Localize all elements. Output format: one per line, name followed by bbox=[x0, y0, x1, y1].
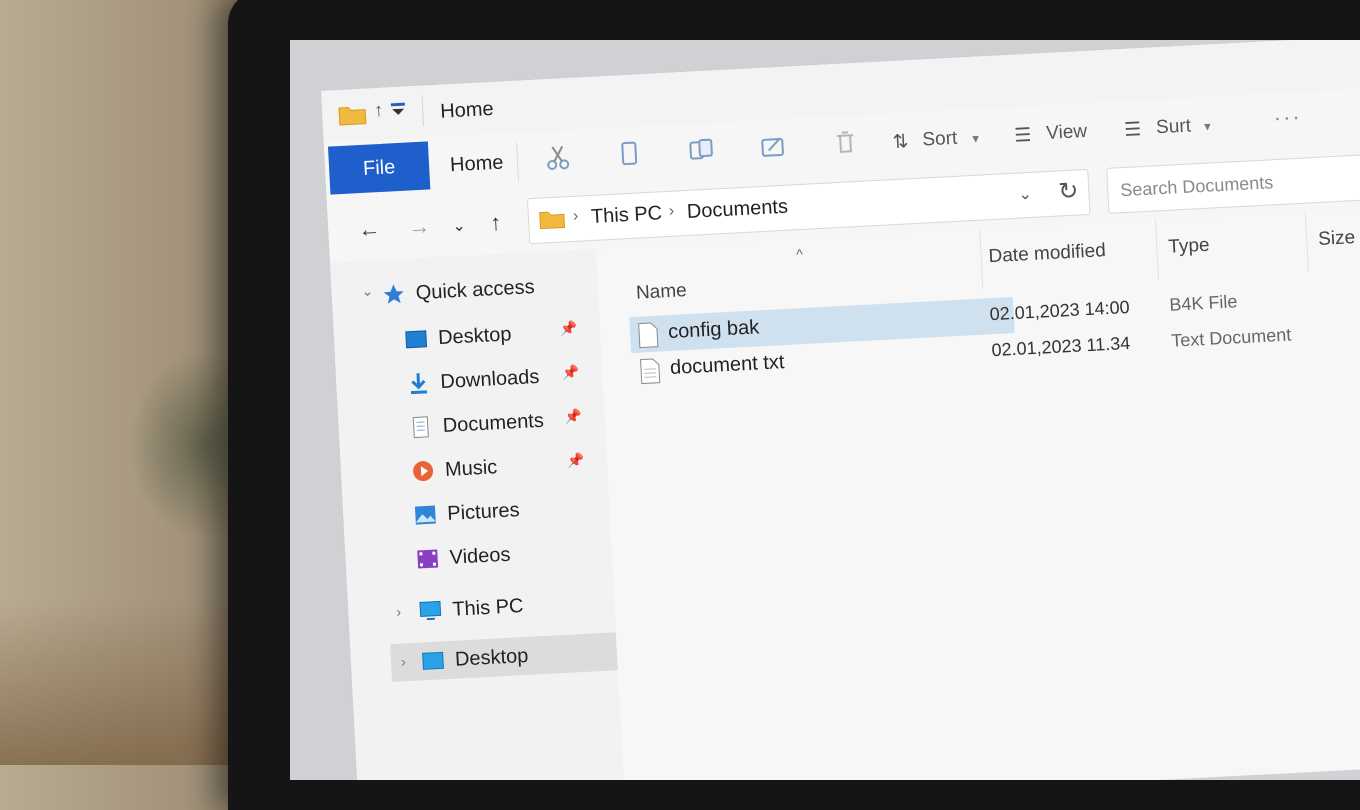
pin-icon[interactable]: 📌 bbox=[566, 452, 584, 470]
column-header-name[interactable]: Name bbox=[636, 280, 688, 305]
file-icon bbox=[638, 322, 659, 349]
sidebar-item-quick-access[interactable]: Quick access bbox=[381, 268, 536, 314]
rename-icon[interactable] bbox=[758, 131, 790, 163]
file-type: B4K File bbox=[1168, 291, 1238, 315]
home-tab[interactable]: Home bbox=[450, 152, 504, 178]
sort-ascending-icon: ^ bbox=[795, 245, 804, 263]
sidebar-item-label: Music bbox=[444, 455, 498, 481]
paste-icon[interactable] bbox=[686, 134, 718, 166]
sidebar-item-documents[interactable]: Documents bbox=[408, 402, 545, 447]
file-explorer-window: ↑ Home File Home ⇅ Sort ▾ ☰ View ☰ Surt … bbox=[320, 40, 1360, 780]
address-dropdown-icon[interactable]: ⌄ bbox=[1018, 184, 1032, 205]
file-tab[interactable]: File bbox=[327, 141, 431, 195]
sort-dropdown-icon[interactable]: ▾ bbox=[972, 131, 979, 147]
sidebar-item-desktop[interactable]: Desktop bbox=[403, 315, 512, 359]
folder-icon bbox=[539, 211, 566, 230]
file-list: ^ Name Date modified Type Size config ba… bbox=[595, 205, 1360, 780]
desktop-icon bbox=[422, 651, 444, 670]
pictures-icon bbox=[414, 505, 436, 525]
file-name: document txt bbox=[669, 351, 785, 380]
more-options-icon[interactable]: ··· bbox=[1273, 104, 1302, 131]
sidebar-item-label: Desktop bbox=[437, 322, 512, 349]
forward-icon[interactable]: → bbox=[408, 213, 431, 240]
ribbon-divider bbox=[516, 142, 520, 181]
expand-chevron-icon[interactable]: ⌄ bbox=[361, 282, 374, 300]
expand-chevron-icon[interactable]: › bbox=[396, 603, 402, 619]
pin-icon[interactable]: 📌 bbox=[564, 408, 582, 426]
sidebar-item-label: Desktop bbox=[454, 644, 529, 671]
back-icon[interactable]: ← bbox=[358, 216, 381, 243]
quick-access-up-icon[interactable]: ↑ bbox=[374, 100, 384, 121]
breadcrumb-documents[interactable]: Documents bbox=[686, 196, 788, 224]
file-name: config bak bbox=[667, 316, 760, 344]
sidebar-item-label: This PC bbox=[451, 594, 524, 621]
refresh-icon[interactable]: ↻ bbox=[1058, 176, 1080, 206]
column-divider[interactable] bbox=[1304, 211, 1309, 272]
sidebar-item-downloads[interactable]: Downloads bbox=[406, 358, 541, 403]
pin-icon[interactable]: 📌 bbox=[562, 364, 580, 382]
folder-icon bbox=[338, 107, 367, 126]
star-icon bbox=[383, 284, 404, 304]
sidebar-item-this-pc[interactable]: This PC bbox=[417, 587, 524, 630]
download-icon bbox=[410, 373, 428, 395]
sort-secondary-dropdown-icon[interactable]: ▾ bbox=[1204, 118, 1211, 134]
document-icon bbox=[412, 416, 429, 439]
title-divider bbox=[421, 95, 425, 126]
music-icon bbox=[413, 461, 434, 482]
navigation-pane: ⌄ Quick access Desktop 📌 Downloads 📌 Doc… bbox=[330, 248, 658, 780]
sidebar-item-music[interactable]: Music bbox=[410, 448, 498, 490]
file-type: Text Document bbox=[1170, 324, 1292, 351]
breadcrumb-this-pc[interactable]: This PC bbox=[590, 202, 662, 229]
recent-locations-icon[interactable]: ⌄ bbox=[452, 216, 466, 237]
file-icon bbox=[640, 358, 661, 385]
sidebar-item-label: Videos bbox=[449, 543, 511, 569]
sidebar-item-pictures[interactable]: Pictures bbox=[412, 491, 520, 535]
file-date-modified: 02.01,2023 11.34 bbox=[991, 332, 1131, 361]
sort-icon[interactable]: ⇅ bbox=[892, 130, 909, 154]
window-title: Home bbox=[439, 97, 495, 123]
sidebar-item-videos[interactable]: Videos bbox=[415, 536, 512, 579]
sort-button[interactable]: Sort bbox=[922, 128, 958, 152]
monitor-screen: ↑ Home File Home ⇅ Sort ▾ ☰ View ☰ Surt … bbox=[290, 40, 1360, 780]
breadcrumb-separator-icon: › bbox=[572, 207, 579, 225]
computer-icon bbox=[419, 600, 442, 621]
column-header-size[interactable]: Size bbox=[1318, 227, 1356, 251]
sidebar-item-label: Quick access bbox=[415, 275, 536, 304]
copy-icon[interactable] bbox=[614, 138, 646, 170]
pin-icon[interactable]: 📌 bbox=[559, 320, 577, 338]
view-button[interactable]: View bbox=[1046, 121, 1088, 145]
column-header-type[interactable]: Type bbox=[1168, 235, 1210, 259]
search-input[interactable]: Search Documents bbox=[1106, 151, 1360, 214]
videos-icon bbox=[417, 549, 439, 569]
delete-icon[interactable] bbox=[830, 127, 862, 159]
quick-access-dropdown-icon[interactable] bbox=[390, 101, 407, 118]
view-icon[interactable]: ☰ bbox=[1014, 124, 1032, 148]
cut-icon[interactable] bbox=[542, 142, 574, 174]
desktop-icon bbox=[405, 330, 428, 349]
up-icon[interactable]: ↑ bbox=[490, 210, 502, 237]
sort-secondary-button[interactable]: Surt bbox=[1156, 115, 1192, 139]
column-header-date-modified[interactable]: Date modified bbox=[988, 240, 1106, 268]
sidebar-item-label: Documents bbox=[442, 409, 545, 437]
sort-secondary-icon[interactable]: ☰ bbox=[1124, 118, 1142, 142]
breadcrumb-separator-icon: › bbox=[668, 202, 675, 220]
expand-chevron-icon[interactable]: › bbox=[401, 653, 407, 669]
column-divider[interactable] bbox=[1154, 219, 1160, 280]
sidebar-item-label: Downloads bbox=[439, 365, 540, 393]
search-placeholder: Search Documents bbox=[1119, 172, 1274, 201]
sidebar-item-label: Pictures bbox=[446, 498, 521, 525]
column-divider[interactable] bbox=[979, 228, 984, 289]
